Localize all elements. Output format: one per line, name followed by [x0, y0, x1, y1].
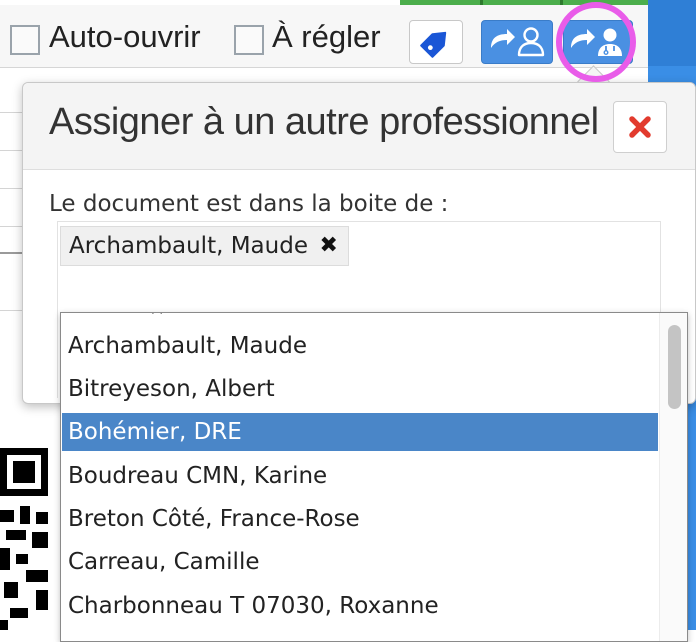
- tag-button[interactable]: [409, 20, 463, 64]
- selected-professional-chip: Archambault, Maude ✖: [60, 226, 349, 266]
- tag-icon: [420, 31, 447, 58]
- background-divider: [0, 310, 22, 311]
- highlight-annotation-circle: [556, 2, 636, 82]
- background-divider: [0, 226, 22, 227]
- dropdown-scrollbar[interactable]: [659, 313, 687, 641]
- remove-icon[interactable]: ✖: [320, 227, 338, 265]
- qr-code-fragment: [0, 440, 60, 630]
- auto-open-checkbox[interactable]: [10, 25, 40, 55]
- list-item[interactable]: Boudreau CMN, Karine: [62, 457, 658, 495]
- to-adjust-label: À régler: [272, 19, 381, 54]
- professional-dropdown-list[interactable]: ˈ ˈ Archambault, Maude Bitreyeson, Alber…: [60, 312, 688, 642]
- background-divider: [0, 112, 22, 113]
- chip-label: Archambault, Maude: [69, 233, 308, 259]
- to-adjust-checkbox[interactable]: [234, 25, 264, 55]
- scrollbar-thumb[interactable]: [668, 325, 681, 409]
- close-button[interactable]: [613, 101, 667, 153]
- clipped-list-item: ˈ ˈ: [151, 312, 164, 325]
- list-item-highlighted[interactable]: Bohémier, DRE: [62, 413, 658, 451]
- background-divider: [0, 188, 22, 189]
- current-inbox-label: Le document est dans la boite de :: [49, 191, 449, 217]
- list-item[interactable]: Breton Côté, France-Rose: [62, 500, 658, 538]
- assign-user-button[interactable]: [481, 20, 553, 64]
- list-item[interactable]: Carreau, Camille: [62, 543, 658, 581]
- assign-user-icon: [491, 27, 545, 57]
- modal-header: Assigner à un autre professionnel: [23, 83, 695, 170]
- document-toolbar: Auto-ouvrir À régler: [0, 5, 648, 68]
- list-item[interactable]: Bitreyeson, Albert: [62, 370, 658, 408]
- modal-title: Assigner à un autre professionnel: [49, 101, 599, 143]
- list-item[interactable]: Charbonneau T 07030, Roxanne: [62, 587, 658, 625]
- auto-open-label: Auto-ouvrir: [49, 19, 201, 54]
- list-item[interactable]: Archambault, Maude: [62, 327, 658, 365]
- close-icon: [629, 116, 651, 138]
- right-panel-header: [648, 0, 696, 66]
- background-divider: [0, 252, 22, 254]
- background-divider: [0, 150, 22, 151]
